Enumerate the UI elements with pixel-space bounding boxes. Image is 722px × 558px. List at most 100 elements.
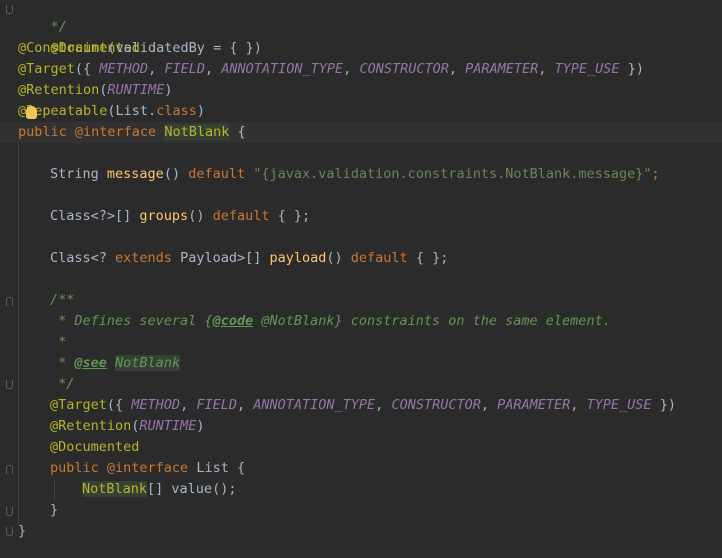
annotation: @Target: [18, 61, 75, 77]
doc-tag: @see: [74, 355, 107, 371]
lightbulb-icon[interactable]: [26, 106, 37, 119]
code-line: NotBlank[] value();: [82, 479, 236, 500]
code-text: }: [50, 502, 59, 518]
code-line: @Repeatable(List.class): [18, 101, 205, 122]
code-text: { };: [269, 208, 311, 224]
separator: ,: [538, 61, 555, 77]
code-text: { };: [407, 250, 449, 266]
string-literal: "{javax.validation.constraints.NotBlank.…: [253, 166, 652, 182]
fold-end-icon[interactable]: [6, 380, 13, 389]
doc-comment: */: [50, 376, 75, 392]
code-line: @Documented: [18, 17, 140, 56]
method-name: payload: [269, 250, 327, 266]
separator: ,: [148, 61, 165, 77]
keyword: extends: [115, 250, 172, 266]
constant: ANNOTATION_TYPE: [221, 61, 344, 77]
annotation: @Retention: [50, 418, 132, 434]
separator: ,: [204, 61, 222, 77]
keyword: default: [212, 208, 270, 224]
separator: ,: [236, 397, 254, 413]
code-text: ): [164, 82, 173, 98]
code-text: ({: [106, 397, 132, 413]
annotation: @Retention: [18, 82, 100, 98]
doc-reference[interactable]: NotBlank: [115, 355, 181, 371]
code-text: ({: [74, 61, 100, 77]
code-text: ();: [212, 481, 237, 497]
separator: ,: [480, 397, 498, 413]
keyword: default: [188, 166, 246, 182]
doc-tag: @code: [212, 313, 254, 329]
code-line: @Constraint(validatedBy = { }): [18, 38, 262, 59]
code-line: @Target({ METHOD, FIELD, ANNOTATION_TYPE…: [18, 59, 644, 80]
type-reference: NotBlank: [82, 481, 148, 497]
code-line: * Defines several {@code @NotBlank} cons…: [50, 311, 611, 332]
method-name: message: [106, 166, 164, 182]
code-text: }: [18, 523, 27, 539]
annotation-name: NotBlank: [164, 124, 230, 140]
keyword: default: [350, 250, 408, 266]
fold-start-icon[interactable]: [6, 465, 13, 474]
annotation: @Constraint: [18, 40, 108, 56]
doc-comment: * Defines several {: [50, 313, 213, 329]
separator: ,: [570, 397, 587, 413]
keyword: public @interface: [18, 124, 165, 140]
fold-end-icon[interactable]: [6, 507, 13, 516]
code-line: public @interface List {: [50, 458, 245, 479]
constant: METHOD: [99, 61, 149, 77]
method-name: value: [171, 481, 213, 497]
method-name: groups: [139, 208, 189, 224]
code-line: @Documented: [50, 437, 139, 458]
fold-end-icon[interactable]: [6, 527, 13, 536]
semicolon: ;: [651, 166, 660, 182]
constant: FIELD: [164, 61, 205, 77]
indent-guide: [18, 144, 19, 524]
code-editor[interactable]: */ @Documented @Constraint(validatedBy =…: [0, 0, 722, 558]
code-text: (): [163, 166, 189, 182]
constant: PARAMETER: [497, 397, 571, 413]
fold-start-icon[interactable]: [6, 297, 13, 306]
constant: TYPE_USE: [586, 397, 652, 413]
current-line: public @interface NotBlank {: [0, 122, 722, 143]
code-text: ): [196, 103, 205, 119]
doc-comment: /**: [50, 292, 75, 308]
code-text: }): [651, 397, 676, 413]
doc-comment: *: [50, 355, 75, 371]
code-text: Payload>[]: [171, 250, 270, 266]
separator: ,: [343, 61, 360, 77]
code-text: {: [229, 124, 246, 140]
annotation: @Documented: [50, 439, 140, 455]
separator: ,: [180, 397, 197, 413]
code-text: String: [50, 166, 107, 182]
fold-end-icon[interactable]: [6, 5, 13, 14]
code-text: (List.: [107, 103, 157, 119]
doc-comment: *: [50, 334, 67, 350]
indent-guide: [54, 480, 55, 501]
constant: CONSTRUCTOR: [359, 61, 449, 77]
code-text: Class<?>[]: [50, 208, 140, 224]
code-line: */: [18, 0, 67, 35]
code-line: @Retention(RUNTIME): [18, 80, 172, 101]
constant: TYPE_USE: [554, 61, 620, 77]
code-line: Class<? extends Payload>[] payload() def…: [50, 248, 448, 269]
code-line: String message() default "{javax.validat…: [50, 164, 660, 185]
keyword: public @interface: [50, 460, 197, 476]
code-line: Class<?>[] groups() default { };: [50, 206, 310, 227]
code-line: *: [50, 332, 66, 353]
code-text: (): [326, 250, 351, 266]
constant: METHOD: [131, 397, 181, 413]
code-line: * @see NotBlank: [50, 353, 181, 374]
code-text: (validatedBy = { }): [107, 40, 262, 56]
code-line: @Target({ METHOD, FIELD, ANNOTATION_TYPE…: [50, 395, 676, 416]
separator: ,: [448, 61, 466, 77]
keyword: class: [156, 103, 197, 119]
code-text: }): [619, 61, 644, 77]
code-line: }: [18, 521, 26, 542]
editor-gutter: [0, 0, 16, 558]
annotation: @Target: [50, 397, 107, 413]
constant: FIELD: [196, 397, 237, 413]
constant: CONSTRUCTOR: [391, 397, 481, 413]
code-line: }: [50, 500, 58, 521]
code-text: List {: [196, 460, 246, 476]
code-text: ): [196, 418, 205, 434]
constant: PARAMETER: [465, 61, 539, 77]
